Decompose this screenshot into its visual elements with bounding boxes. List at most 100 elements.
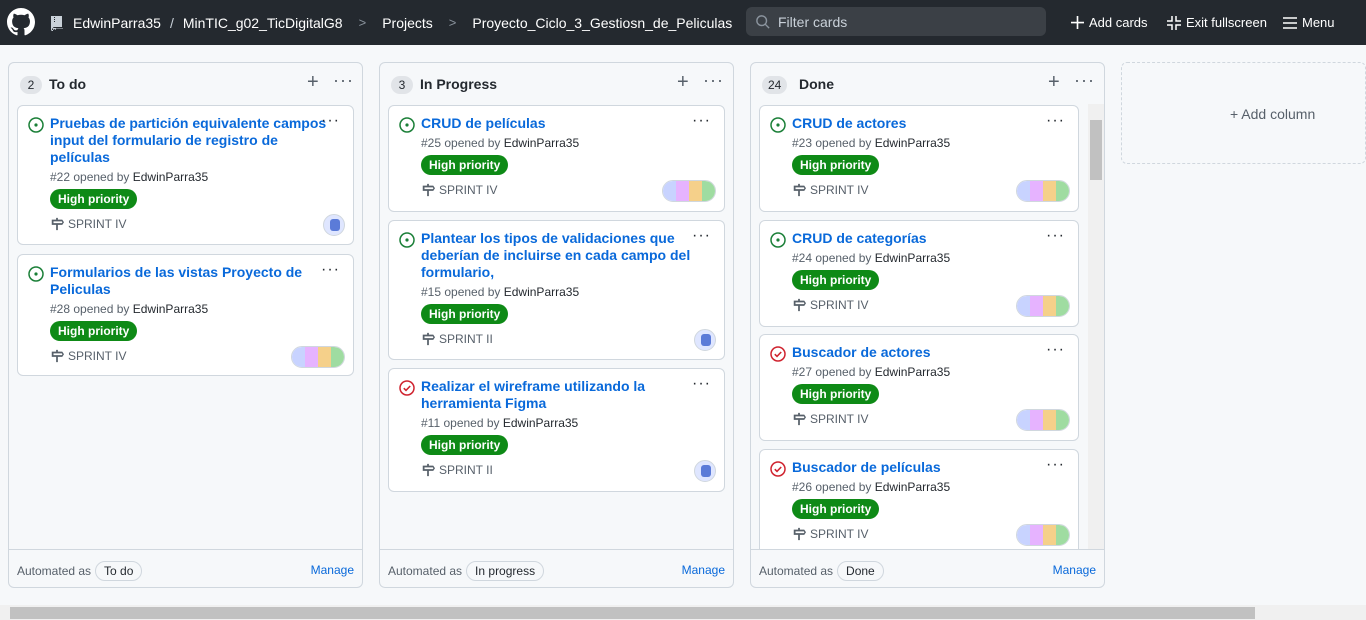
issue-author-link[interactable]: EdwinParra35 (503, 416, 578, 430)
card-more-options-icon[interactable]: ··· (1046, 341, 1065, 359)
issue-title-link[interactable]: Plantear los tipos de validaciones que de… (421, 230, 690, 281)
avatar[interactable] (694, 460, 716, 482)
card-more-options-icon[interactable]: ··· (692, 375, 711, 393)
assignee-avatars[interactable] (1016, 409, 1070, 431)
issue-author-link[interactable]: EdwinParra35 (875, 365, 950, 379)
issue-number: #28 opened by (50, 302, 130, 316)
assignee-avatars[interactable] (291, 346, 345, 368)
avatar (1056, 296, 1069, 316)
menu-button[interactable]: Menu (1283, 0, 1335, 45)
chevron-right-icon: > (358, 15, 367, 30)
issue-author-link[interactable]: EdwinParra35 (875, 251, 950, 265)
add-cards-button[interactable]: Add cards (1071, 0, 1148, 45)
priority-label[interactable]: High priority (792, 270, 880, 290)
issue-card[interactable]: Pruebas de partición equivalente campos i… (17, 105, 354, 245)
issue-card[interactable]: CRUD de categorías ··· #24 opened by Edwin… (759, 220, 1079, 327)
card-more-options-icon[interactable]: ··· (1046, 112, 1065, 130)
avatar[interactable] (323, 214, 345, 236)
priority-label[interactable]: High priority (421, 304, 509, 324)
column-footer: Automated as Done Manage (751, 549, 1104, 587)
manage-automation-link[interactable]: Manage (311, 563, 354, 577)
card-more-options-icon[interactable]: ··· (1046, 227, 1065, 245)
card-more-options-icon[interactable]: ··· (692, 227, 711, 245)
issue-card[interactable]: Buscador de películas ··· #26 opened by Ed… (759, 449, 1079, 550)
avatar-pattern (330, 219, 340, 231)
assignee-avatars[interactable] (662, 180, 716, 202)
issue-title-link[interactable]: CRUD de películas (421, 115, 545, 132)
priority-label[interactable]: High priority (50, 189, 138, 209)
issue-meta: #27 opened by EdwinParra35 (792, 365, 950, 379)
priority-label[interactable]: High priority (50, 321, 138, 341)
milestone[interactable]: SPRINT IV (421, 183, 497, 197)
column-footer: Automated as In progress Manage (380, 549, 733, 587)
issue-card[interactable]: CRUD de películas ··· #25 opened by EdwinP… (388, 105, 725, 212)
issue-card[interactable]: Buscador de actores ··· #27 opened by Edwi… (759, 334, 1079, 441)
horizontal-scrollbar[interactable] (0, 605, 1366, 620)
assignee-avatars[interactable] (1016, 180, 1070, 202)
manage-automation-link[interactable]: Manage (1053, 563, 1096, 577)
breadcrumb-project-name[interactable]: Proyecto_Ciclo_3_Gestiosn_de_Peliculas (472, 15, 732, 31)
manage-automation-link[interactable]: Manage (682, 563, 725, 577)
avatar (663, 181, 676, 201)
issue-card[interactable]: Formularios de las vistas Proyecto de Pel… (17, 254, 354, 376)
avatar[interactable] (694, 329, 716, 351)
milestone[interactable]: SPRINT IV (50, 349, 126, 363)
assignee-avatars[interactable] (1016, 295, 1070, 317)
milestone[interactable]: SPRINT IV (50, 217, 126, 231)
milestone-label: SPRINT IV (810, 412, 869, 426)
assignee-avatars[interactable] (1016, 524, 1070, 546)
issue-author-link[interactable]: EdwinParra35 (875, 136, 950, 150)
done-column-scrollbar[interactable] (1088, 104, 1104, 549)
scrollbar-thumb[interactable] (1090, 120, 1102, 180)
plus-icon (1071, 16, 1084, 29)
issue-title-link[interactable]: Buscador de películas (792, 459, 941, 476)
github-logo-icon[interactable] (7, 8, 35, 36)
issue-author-link[interactable]: EdwinParra35 (133, 170, 208, 184)
issue-card[interactable]: Plantear los tipos de validaciones que de… (388, 220, 725, 360)
add-column-label: + Add column (1230, 106, 1316, 122)
milestone[interactable]: SPRINT II (421, 332, 493, 346)
milestone[interactable]: SPRINT II (421, 463, 493, 477)
milestone-icon (51, 349, 64, 363)
breadcrumb-projects[interactable]: Projects (382, 15, 433, 31)
issue-author-link[interactable]: EdwinParra35 (504, 285, 579, 299)
issue-author-link[interactable]: EdwinParra35 (133, 302, 208, 316)
automation-info: Automated as In progress (388, 561, 545, 581)
add-column-button[interactable]: + Add column (1121, 62, 1366, 164)
add-cards-label: Add cards (1089, 15, 1148, 30)
horizontal-scrollbar-thumb[interactable] (10, 607, 1255, 619)
issue-card[interactable]: Realizar el wireframe utilizando la herra… (388, 368, 725, 492)
issue-title-link[interactable]: Realizar el wireframe utilizando la herra… (421, 378, 645, 412)
filter-cards-input[interactable] (778, 13, 1038, 30)
filter-cards-box[interactable] (746, 7, 1046, 36)
milestone[interactable]: SPRINT IV (792, 298, 868, 312)
priority-label[interactable]: High priority (421, 435, 509, 455)
issue-title-link[interactable]: Buscador de actores (792, 344, 931, 361)
card-more-options-icon[interactable]: ··· (692, 112, 711, 130)
priority-label[interactable]: High priority (421, 155, 509, 175)
milestone[interactable]: SPRINT IV (792, 183, 868, 197)
issue-author-link[interactable]: EdwinParra35 (504, 136, 579, 150)
issue-title-link[interactable]: Formularios de las vistas Proyecto de Pel… (50, 264, 302, 298)
exit-fullscreen-button[interactable]: Exit fullscreen (1167, 0, 1267, 45)
issue-title-link[interactable]: CRUD de categorías (792, 230, 927, 247)
issue-title-link[interactable]: CRUD de actores (792, 115, 906, 132)
card-more-options-icon[interactable]: ··· (321, 261, 340, 279)
column-card-list: CRUD de actores ··· #23 opened by EdwinPar… (751, 63, 1104, 550)
issue-number: #24 opened by (792, 251, 872, 265)
hamburger-icon (1283, 16, 1297, 29)
card-more-options-icon[interactable]: ··· (1046, 456, 1065, 474)
priority-label[interactable]: High priority (792, 155, 880, 175)
issue-title-link[interactable]: Pruebas de partición equivalente campos i… (50, 115, 326, 166)
breadcrumb-user[interactable]: EdwinParra35 (73, 15, 161, 31)
milestone[interactable]: SPRINT IV (792, 412, 868, 426)
breadcrumb-repo[interactable]: MinTIC_g02_TicDigitalG8 (183, 15, 343, 31)
priority-label[interactable]: High priority (792, 499, 880, 519)
milestone[interactable]: SPRINT IV (792, 527, 868, 541)
priority-label[interactable]: High priority (792, 384, 880, 404)
automation-badge: In progress (466, 561, 545, 581)
card-more-options-icon[interactable]: ··· (321, 112, 340, 130)
avatar (318, 347, 331, 367)
issue-author-link[interactable]: EdwinParra35 (875, 480, 950, 494)
issue-card[interactable]: CRUD de actores ··· #23 opened by EdwinPar… (759, 105, 1079, 212)
